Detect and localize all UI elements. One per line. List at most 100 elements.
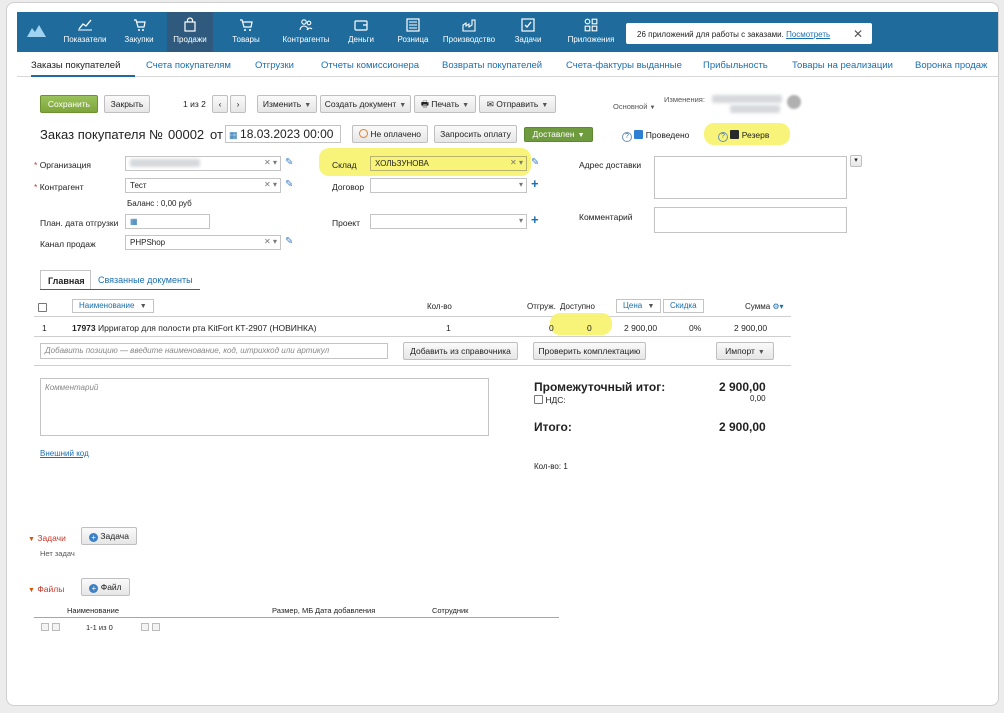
subnav-item-shipments[interactable]: Отгрузки: [255, 60, 294, 71]
nav-item-9[interactable]: Приложения: [563, 12, 619, 52]
subnav-item-orders[interactable]: Заказы покупателей: [31, 60, 120, 71]
add-position-input[interactable]: Добавить позицию — введите наименование,…: [40, 343, 388, 359]
add-icon[interactable]: +: [531, 212, 539, 227]
subnav-item-invoices[interactable]: Счета покупателям: [146, 60, 231, 71]
help-icon[interactable]: ?: [718, 132, 728, 142]
tab-related-documents[interactable]: Связанные документы: [98, 275, 193, 285]
order-comment-field[interactable]: Комментарий: [40, 378, 489, 436]
plus-circle-icon: +: [89, 584, 99, 593]
subnav-item-profit[interactable]: Прибыльность: [703, 60, 768, 71]
files-toggle[interactable]: ▼ Файлы: [28, 584, 64, 594]
clear-dropdown-icon[interactable]: ✕ ▾: [264, 158, 277, 167]
save-button[interactable]: Сохранить: [40, 95, 98, 113]
contract-field[interactable]: ▾: [370, 178, 527, 193]
add-icon[interactable]: +: [531, 176, 539, 191]
edit-button[interactable]: Изменить ▼: [257, 95, 317, 113]
comment-field[interactable]: [654, 207, 847, 233]
chevron-down-icon: ▼: [577, 132, 585, 139]
table-row[interactable]: 1 17973 Ирригатор для полости рта KitFor…: [34, 317, 791, 336]
nav-item-1[interactable]: Закупки: [115, 12, 163, 52]
nav-item-5[interactable]: Деньги: [339, 12, 383, 52]
delivery-address-field[interactable]: [654, 156, 847, 199]
nav-item-7[interactable]: Производство: [435, 12, 503, 52]
tasks-toggle[interactable]: ▼ Задачи: [28, 533, 66, 543]
nav-item-3[interactable]: Товары: [226, 12, 266, 52]
print-button[interactable]: 🖶 Печать ▼: [414, 95, 476, 113]
nav-item-8[interactable]: Задачи: [507, 12, 549, 52]
nav-item-0[interactable]: Показатели: [57, 12, 113, 52]
gear-icon[interactable]: ⚙▾: [772, 302, 783, 311]
clear-dropdown-icon[interactable]: ✕ ▾: [264, 180, 277, 189]
subnav-item-funnel[interactable]: Воронка продаж: [915, 60, 987, 71]
chevron-down-icon[interactable]: ▾: [519, 180, 523, 189]
ship-date-label: План. дата отгрузки: [40, 218, 119, 228]
payment-status-button[interactable]: Не оплачено: [352, 125, 428, 143]
reserve-checkbox[interactable]: [730, 130, 740, 139]
chevron-down-icon: ▼: [757, 349, 765, 356]
main-view-select[interactable]: Основной ▼: [613, 102, 655, 111]
vat-value: 0,00: [750, 394, 766, 403]
send-button[interactable]: ✉ Отправить ▼: [479, 95, 556, 113]
warehouse-field[interactable]: ХОЛЬЗУНОВА ✕ ▾: [370, 156, 527, 171]
cart-icon: [240, 19, 253, 31]
clear-dropdown-icon[interactable]: ✕ ▾: [510, 158, 523, 167]
nav-item-label: Приложения: [567, 35, 615, 44]
channel-field[interactable]: PHPShop ✕ ▾: [125, 235, 281, 250]
organization-label-text: Организация: [39, 160, 91, 170]
chevron-down-icon[interactable]: ▾: [519, 216, 523, 225]
request-payment-button[interactable]: Запросить оплату: [434, 125, 517, 143]
document-number[interactable]: 00002: [168, 127, 204, 142]
edit-pencil-icon[interactable]: ✎: [285, 157, 293, 168]
vat-checkbox[interactable]: [534, 395, 543, 404]
file-size-header: Размер, МБ: [272, 606, 314, 615]
posted-checkbox[interactable]: [634, 130, 644, 139]
last-page-icon[interactable]: [152, 623, 160, 631]
edit-pencil-icon[interactable]: ✎: [285, 236, 293, 247]
counterparty-field[interactable]: Тест ✕ ▾: [125, 178, 281, 193]
discount-column-header[interactable]: Скидка: [663, 299, 704, 313]
nav-item-6[interactable]: Розница: [392, 12, 434, 52]
next-icon[interactable]: ›: [230, 95, 246, 113]
add-task-button[interactable]: + Задача: [81, 527, 137, 545]
subnav-item-commission[interactable]: Отчеты комиссионера: [321, 60, 419, 71]
prev-icon[interactable]: ‹: [212, 95, 228, 113]
file-employee-header: Сотрудник: [432, 606, 469, 615]
add-from-catalog-button[interactable]: Добавить из справочника: [403, 342, 518, 360]
close-button[interactable]: Закрыть: [104, 95, 150, 113]
qty-column-header: Кол-во: [427, 302, 452, 311]
first-page-icon[interactable]: [41, 623, 49, 631]
subnav-item-returns[interactable]: Возвраты покупателей: [442, 60, 542, 71]
select-all-checkbox[interactable]: [38, 303, 47, 312]
notification-link[interactable]: Посмотреть: [786, 30, 830, 39]
import-button[interactable]: Импорт ▼: [716, 342, 774, 360]
status-dropdown[interactable]: Доставлен ▼: [524, 127, 593, 142]
add-file-button[interactable]: + Файл: [81, 578, 130, 596]
subnav-item-consignment[interactable]: Товары на реализации: [792, 60, 893, 71]
next-page-icon[interactable]: [141, 623, 149, 631]
row-sum: 2 900,00: [734, 323, 768, 333]
ship-date-field[interactable]: ▦: [125, 214, 210, 229]
project-field[interactable]: ▾: [370, 214, 527, 229]
tab-main[interactable]: Главная: [40, 270, 91, 290]
triangle-down-icon: ▼: [28, 536, 35, 543]
prev-page-icon[interactable]: [52, 623, 60, 631]
help-icon[interactable]: ?: [622, 132, 632, 142]
send-label: Отправить: [496, 99, 539, 109]
edit-pencil-icon[interactable]: ✎: [285, 179, 293, 190]
external-code-link[interactable]: Внешний код: [40, 449, 89, 458]
chevron-down-icon[interactable]: ▾: [850, 155, 862, 167]
clear-dropdown-icon[interactable]: ✕ ▾: [264, 237, 277, 246]
bag-icon: [184, 17, 196, 32]
nav-item-4[interactable]: Контрагенты: [275, 12, 337, 52]
create-document-button[interactable]: Создать документ ▼: [320, 95, 411, 113]
document-date-field[interactable]: ▦ 18.03.2023 00:00: [225, 125, 341, 143]
organization-field[interactable]: ✕ ▾: [125, 156, 281, 171]
channel-label: Канал продаж: [40, 239, 96, 249]
price-column-header[interactable]: Цена ▼: [616, 299, 662, 313]
subnav-item-factura[interactable]: Счета-фактуры выданные: [566, 60, 682, 71]
nav-item-2[interactable]: Продажи: [167, 12, 213, 52]
close-icon[interactable]: ✕: [853, 27, 863, 41]
name-column-header[interactable]: Наименование ▼: [72, 299, 154, 313]
check-kit-button[interactable]: Проверить комплектацию: [533, 342, 646, 360]
edit-pencil-icon[interactable]: ✎: [531, 157, 539, 168]
